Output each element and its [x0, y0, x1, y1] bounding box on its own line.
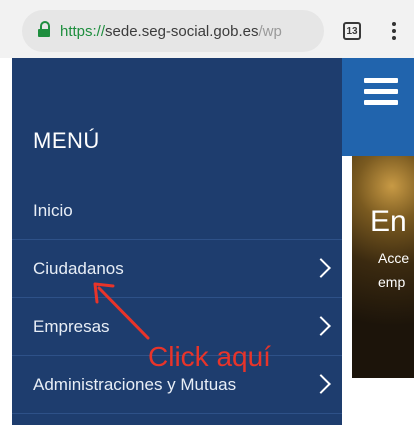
menu-item-label: Empresas — [33, 317, 110, 336]
menu-title: MENÚ — [33, 128, 100, 153]
tab-switcher-icon[interactable]: 13 — [343, 22, 361, 40]
hero-title: En — [370, 205, 407, 238]
lock-icon — [38, 20, 50, 37]
menu-item-label: Inicio — [33, 201, 73, 220]
click-here-annotation: Click aquí — [148, 341, 271, 372]
hamburger-icon[interactable] — [364, 78, 398, 111]
url-scheme: https:// — [60, 22, 106, 40]
chevron-right-icon[interactable] — [311, 374, 331, 394]
kebab-menu-icon[interactable] — [392, 22, 396, 40]
menu-item-inicio[interactable]: Inicio — [12, 182, 342, 240]
hero-text-line1: Acce — [378, 250, 410, 266]
page-header — [342, 58, 414, 156]
hero-text-line2: emp — [378, 274, 406, 290]
chevron-right-icon[interactable] — [311, 258, 331, 278]
menu-item-label: Administraciones y Mutuas — [33, 375, 237, 394]
browser-toolbar: https://sede.seg-social.gob.es/wp 13 — [0, 0, 414, 58]
address-bar[interactable]: https://sede.seg-social.gob.es/wp — [22, 10, 324, 52]
page-content — [342, 58, 414, 425]
url-host: sede.seg-social.gob.es — [105, 22, 259, 40]
menu-item-label: Ciudadanos — [33, 259, 124, 278]
chevron-right-icon[interactable] — [311, 316, 331, 336]
url-text[interactable]: https://sede.seg-social.gob.es/wp — [60, 23, 282, 40]
url-path: /wp — [258, 22, 282, 40]
menu-item-ciudadanos[interactable]: Ciudadanos — [12, 240, 342, 298]
